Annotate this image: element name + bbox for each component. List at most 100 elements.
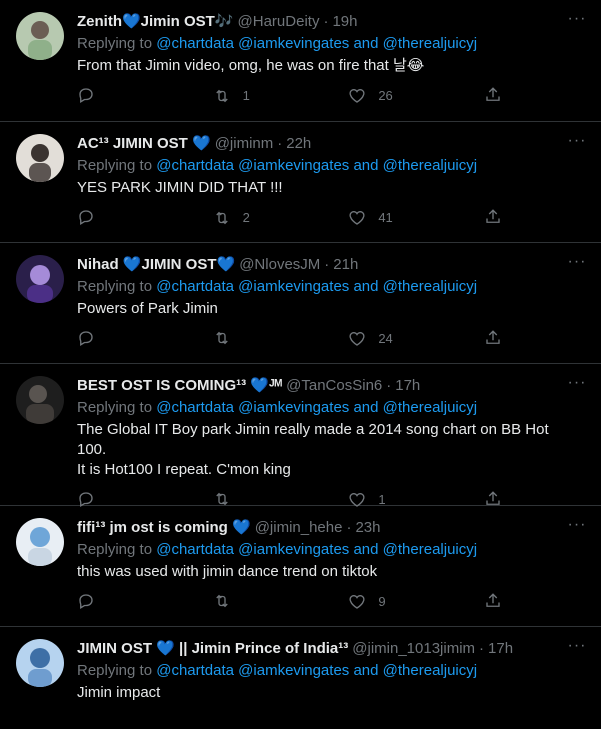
- reply-icon: [79, 594, 93, 609]
- mention-link[interactable]: @therealjuicyj: [383, 157, 477, 174]
- share-icon: [486, 209, 500, 223]
- user-handle[interactable]: @NlovesJM: [239, 255, 320, 275]
- share-button[interactable]: [484, 592, 502, 610]
- display-name[interactable]: BEST OST IS COMING¹³ 💙ᴶᴹ: [77, 376, 282, 396]
- mention-link[interactable]: @therealjuicyj: [383, 399, 477, 416]
- mention-link[interactable]: @chartdata: [156, 399, 234, 416]
- more-icon[interactable]: ···: [567, 375, 587, 396]
- replying-to-label: Replying to: [77, 35, 153, 52]
- tweet[interactable]: ··· JIMIN OST 💙 || Jimin Prince of India…: [0, 627, 601, 729]
- retweet-button[interactable]: [213, 329, 303, 347]
- tweet-header: Zenith💙Jimin OST🎶 @HaruDeity · 19h: [77, 12, 555, 32]
- display-name[interactable]: JIMIN OST 💙 || Jimin Prince of India¹³: [77, 639, 348, 659]
- mention-link[interactable]: @chartdata: [156, 662, 234, 679]
- mention-link[interactable]: @chartdata: [156, 157, 234, 174]
- tweet[interactable]: ··· BEST OST IS COMING¹³ 💙ᴶᴹ @TanCosSin6…: [0, 364, 601, 507]
- more-icon[interactable]: ···: [567, 517, 587, 538]
- display-name[interactable]: fifi¹³ jm ost is coming 💙: [77, 518, 251, 538]
- more-icon[interactable]: ···: [567, 133, 587, 154]
- mention-link[interactable]: @therealjuicyj: [383, 662, 477, 679]
- mention-link[interactable]: @chartdata: [156, 35, 234, 52]
- avatar[interactable]: [16, 518, 64, 566]
- share-button[interactable]: [484, 329, 502, 347]
- user-handle[interactable]: @TanCosSin6: [286, 376, 382, 396]
- more-icon[interactable]: ···: [567, 254, 587, 275]
- user-handle[interactable]: @jimin_1013jimim: [352, 639, 475, 659]
- like-button[interactable]: 9: [348, 592, 438, 612]
- reply-button[interactable]: [77, 592, 167, 610]
- mention-conjunction: and: [353, 278, 379, 295]
- avatar[interactable]: [16, 12, 64, 60]
- replying-to: Replying to @chartdata @iamkevingates an…: [77, 34, 555, 54]
- mention-link[interactable]: @chartdata: [156, 541, 234, 558]
- replying-to-label: Replying to: [77, 399, 153, 416]
- more-icon[interactable]: ···: [567, 638, 587, 659]
- display-name[interactable]: AC¹³ JIMIN OST 💙: [77, 134, 211, 154]
- separator-dot: ·: [479, 640, 485, 657]
- replying-to: Replying to @chartdata @iamkevingates an…: [77, 540, 555, 560]
- retweet-icon: [215, 89, 228, 103]
- display-name[interactable]: Zenith💙Jimin OST🎶: [77, 12, 234, 32]
- mention-link[interactable]: @therealjuicyj: [383, 278, 477, 295]
- replying-to-label: Replying to: [77, 541, 153, 558]
- like-button[interactable]: 41: [348, 208, 438, 228]
- avatar[interactable]: [16, 255, 64, 303]
- share-button[interactable]: [484, 86, 502, 104]
- reply-button[interactable]: [77, 208, 167, 226]
- retweet-button[interactable]: 2: [213, 208, 303, 228]
- retweet-button[interactable]: [213, 592, 303, 610]
- mention-conjunction: and: [353, 157, 379, 174]
- mention-link[interactable]: @iamkevingates: [238, 157, 349, 174]
- timestamp[interactable]: 17h: [488, 639, 513, 659]
- like-count: 41: [378, 210, 393, 225]
- tweet-text: From that Jimin video, omg, he was on fi…: [77, 57, 425, 74]
- mention-link[interactable]: @therealjuicyj: [383, 35, 477, 52]
- reply-icon: [79, 331, 93, 346]
- timestamp[interactable]: 23h: [355, 518, 380, 538]
- avatar[interactable]: [16, 376, 64, 424]
- share-button[interactable]: [484, 208, 502, 226]
- timestamp[interactable]: 21h: [333, 255, 358, 275]
- like-icon: [349, 332, 365, 346]
- avatar[interactable]: [16, 639, 64, 687]
- display-name[interactable]: Nihad 💙JIMIN OST💙: [77, 255, 235, 275]
- replying-to: Replying to @chartdata @iamkevingates an…: [77, 398, 555, 418]
- timestamp[interactable]: 19h: [332, 12, 357, 32]
- reply-button[interactable]: [77, 329, 167, 347]
- mention-link[interactable]: @iamkevingates: [238, 278, 349, 295]
- mention-link[interactable]: @iamkevingates: [238, 399, 349, 416]
- tweet-header: fifi¹³ jm ost is coming 💙 @jimin_hehe · …: [77, 518, 555, 538]
- retweet-icon: [215, 594, 228, 608]
- like-button[interactable]: 24: [348, 329, 438, 349]
- separator-dot: ·: [386, 377, 392, 394]
- replying-to: Replying to @chartdata @iamkevingates an…: [77, 156, 555, 176]
- mention-link[interactable]: @chartdata: [156, 278, 234, 295]
- tweet[interactable]: ··· Zenith💙Jimin OST🎶 @HaruDeity · 19h R…: [0, 0, 601, 122]
- separator-dot: ·: [323, 13, 329, 30]
- user-handle[interactable]: @HaruDeity: [238, 12, 320, 32]
- avatar[interactable]: [16, 134, 64, 182]
- timestamp[interactable]: 17h: [395, 376, 420, 396]
- replying-to-label: Replying to: [77, 662, 153, 679]
- tweet[interactable]: ··· fifi¹³ jm ost is coming 💙 @jimin_heh…: [0, 506, 601, 627]
- user-handle[interactable]: @jimin_hehe: [255, 518, 343, 538]
- timestamp[interactable]: 22h: [286, 134, 311, 154]
- mention-link[interactable]: @iamkevingates: [238, 662, 349, 679]
- tweet-actions: 24: [77, 329, 502, 363]
- tweet-header: Nihad 💙JIMIN OST💙 @NlovesJM · 21h: [77, 255, 555, 275]
- mention-link[interactable]: @iamkevingates: [238, 541, 349, 558]
- mention-conjunction: and: [353, 541, 379, 558]
- tweet-header: AC¹³ JIMIN OST 💙 @jiminm · 22h: [77, 134, 555, 154]
- reply-feed: ··· Zenith💙Jimin OST🎶 @HaruDeity · 19h R…: [0, 0, 601, 729]
- retweet-button[interactable]: 1: [213, 86, 303, 106]
- mention-link[interactable]: @therealjuicyj: [383, 541, 477, 558]
- tweet[interactable]: ··· Nihad 💙JIMIN OST💙 @NlovesJM · 21h Re…: [0, 243, 601, 364]
- more-icon[interactable]: ···: [567, 11, 587, 32]
- tweet[interactable]: ··· AC¹³ JIMIN OST 💙 @jiminm · 22h Reply…: [0, 122, 601, 243]
- like-button[interactable]: 26: [348, 86, 438, 106]
- reply-button[interactable]: [77, 86, 167, 104]
- tweet-header: JIMIN OST 💙 || Jimin Prince of India¹³ @…: [77, 639, 555, 659]
- user-handle[interactable]: @jiminm: [215, 134, 274, 154]
- mention-link[interactable]: @iamkevingates: [238, 35, 349, 52]
- retweet-icon: [215, 211, 228, 225]
